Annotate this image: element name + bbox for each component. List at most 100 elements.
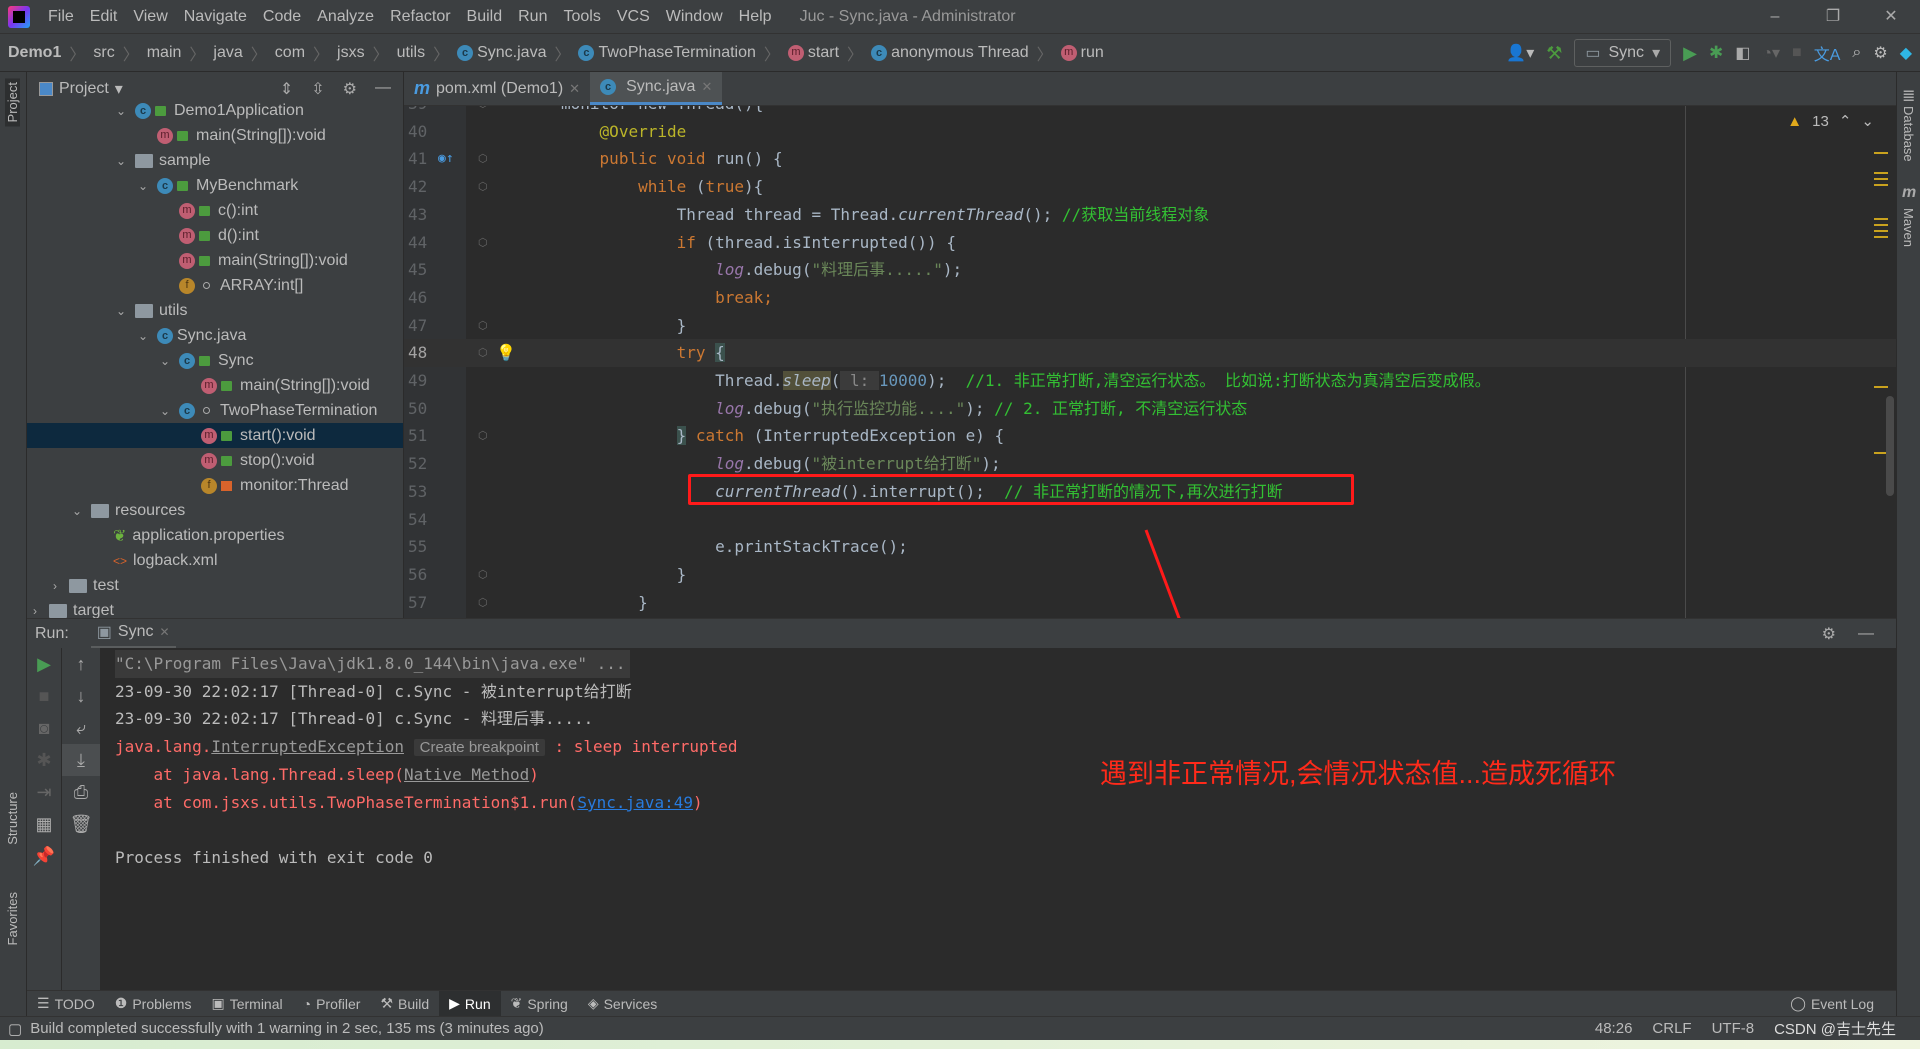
menu-edit[interactable]: Edit <box>82 8 126 26</box>
tree-item[interactable]: f ARRAY:int[] <box>27 273 403 298</box>
stop-icon[interactable]: ■ <box>1792 44 1802 62</box>
tree-item[interactable]: ⌄ c MyBenchmark <box>27 173 403 198</box>
menu-tools[interactable]: Tools <box>555 8 608 26</box>
tree-item[interactable]: m d():int <box>27 223 403 248</box>
menu-analyze[interactable]: Analyze <box>309 8 382 26</box>
minimize-button[interactable]: – <box>1746 0 1804 34</box>
warning-stripe[interactable] <box>1874 218 1888 220</box>
warning-stripe[interactable] <box>1874 172 1888 174</box>
tree-item[interactable]: m main(String[]):void <box>27 123 403 148</box>
structure-tool-tab[interactable]: Structure <box>5 792 20 845</box>
arrow-up-icon[interactable]: ↑ <box>62 648 100 680</box>
profile-icon[interactable]: ◔▾ <box>1762 43 1780 63</box>
menu-code[interactable]: Code <box>255 8 309 26</box>
menu-run[interactable]: Run <box>510 8 555 26</box>
tree-item[interactable]: m start():void <box>27 423 403 448</box>
source-link[interactable]: Sync.java:49 <box>577 793 693 812</box>
close-button[interactable]: ✕ <box>1862 0 1920 34</box>
menu-refactor[interactable]: Refactor <box>382 8 458 26</box>
menu-file[interactable]: File <box>40 8 82 26</box>
rerun-icon[interactable]: ▶ <box>27 648 61 680</box>
line-separator[interactable]: CRLF <box>1652 1020 1691 1037</box>
breadcrumb-item[interactable]: com 〉 <box>267 41 329 65</box>
fold-marker-icon[interactable]: ⬡ <box>478 106 488 118</box>
tool-problems[interactable]: ❶ Problems <box>105 991 202 1017</box>
project-view-select[interactable]: Project <box>59 80 109 98</box>
tree-item[interactable]: f monitor:Thread <box>27 473 403 498</box>
collapse-all-icon[interactable]: ⇳ <box>311 79 324 99</box>
status-message[interactable]: Build completed successfully with 1 warn… <box>30 1020 544 1037</box>
tree-item[interactable]: m c():int <box>27 198 403 223</box>
tree-item[interactable]: m stop():void <box>27 448 403 473</box>
file-encoding[interactable]: UTF-8 <box>1712 1020 1755 1037</box>
fold-marker-icon[interactable]: ⬡ <box>478 173 488 201</box>
print-icon[interactable]: ⎙ <box>62 776 100 808</box>
breadcrumb-item[interactable]: m start 〉 <box>780 41 863 65</box>
override-marker-icon[interactable]: ◉↑ <box>438 145 454 173</box>
close-tab-icon[interactable]: ✕ <box>701 79 712 95</box>
tree-item[interactable]: ⌄ c Sync.java <box>27 323 403 348</box>
trash-icon[interactable]: 🗑 <box>62 808 100 840</box>
breadcrumb-item[interactable]: c anonymous Thread 〉 <box>863 41 1053 65</box>
breadcrumb-item[interactable]: m run <box>1053 41 1104 65</box>
fold-marker-icon[interactable]: ⬡ <box>478 339 488 367</box>
expand-chevron-icon[interactable]: ⌄ <box>135 329 151 343</box>
breadcrumb-item[interactable]: src 〉 <box>85 41 138 65</box>
run-config-select[interactable]: ▭ Sync ▾ <box>1574 39 1672 67</box>
run-tab-sync[interactable]: ▣ Sync ✕ <box>90 619 176 649</box>
restore-button[interactable]: ❐ <box>1804 0 1862 34</box>
fold-marker-icon[interactable]: ⬡ <box>478 561 488 589</box>
event-log-button[interactable]: ◯ Event Log <box>1780 991 1884 1017</box>
hide-panel-icon[interactable]: — <box>1858 625 1874 643</box>
tool-services[interactable]: ◈ Services <box>578 991 667 1017</box>
run-icon[interactable]: ▶ <box>1683 43 1697 64</box>
expand-chevron-icon[interactable]: ⌄ <box>135 179 151 193</box>
breadcrumb-item[interactable]: c TwoPhaseTermination 〉 <box>570 41 780 65</box>
create-breakpoint-tooltip[interactable]: Create breakpoint <box>413 739 545 756</box>
pin-icon[interactable]: 📌 <box>27 840 61 872</box>
breadcrumb-item[interactable]: Demo1 〉 <box>0 41 85 65</box>
close-tab-icon[interactable]: ✕ <box>569 81 580 97</box>
expand-chevron-icon[interactable]: › <box>27 604 43 618</box>
scroll-to-end-icon[interactable]: ⤓ <box>62 744 100 776</box>
fold-marker-icon[interactable]: ⬡ <box>478 589 488 617</box>
breadcrumb-item[interactable]: c Sync.java 〉 <box>449 41 570 65</box>
menu-view[interactable]: View <box>125 8 175 26</box>
gear-icon[interactable]: ⚙ <box>1822 624 1836 644</box>
menu-window[interactable]: Window <box>658 8 731 26</box>
warning-stripe[interactable] <box>1874 152 1888 154</box>
debug-bug-icon[interactable]: ✱ <box>27 744 61 776</box>
menu-help[interactable]: Help <box>731 8 780 26</box>
expand-chevron-icon[interactable]: ⌄ <box>157 354 173 368</box>
translate-icon[interactable]: 文A <box>1814 41 1841 65</box>
tree-item[interactable]: ⌄ resources <box>27 498 403 523</box>
hide-panel-icon[interactable]: — <box>375 79 391 99</box>
tree-item[interactable]: ⌄ utils <box>27 298 403 323</box>
tool-run[interactable]: ▶ Run <box>439 990 501 1017</box>
breadcrumb-item[interactable]: java 〉 <box>205 41 266 65</box>
tool-todo[interactable]: ☰ TODO <box>27 991 105 1017</box>
tree-item[interactable]: ⌄ sample <box>27 148 403 173</box>
editor-scrollbar[interactable] <box>1886 396 1894 496</box>
warning-stripe[interactable] <box>1874 184 1888 186</box>
tree-item[interactable]: ⌄ c TwoPhaseTermination <box>27 398 403 423</box>
tree-item[interactable]: m main(String[]):void <box>27 248 403 273</box>
login-icon[interactable]: ⇥ <box>27 776 61 808</box>
search-icon[interactable]: ⌕ <box>1852 44 1861 62</box>
gear-icon[interactable]: ⚙ <box>1873 43 1887 63</box>
fold-marker-icon[interactable]: ⬡ <box>478 312 488 340</box>
warning-stripe[interactable] <box>1874 230 1888 232</box>
caret-position[interactable]: 48:26 <box>1595 1020 1633 1037</box>
exception-class-link[interactable]: InterruptedException <box>211 737 404 756</box>
expand-chevron-icon[interactable]: ⌄ <box>69 504 85 518</box>
warning-stripe[interactable] <box>1874 178 1888 180</box>
warning-stripe[interactable] <box>1874 236 1888 238</box>
favorites-tool-tab[interactable]: Favorites <box>5 892 20 945</box>
console-output[interactable]: "C:\Program Files\Java\jdk1.8.0_144\bin\… <box>100 648 1896 990</box>
tab-sync.java[interactable]: c Sync.java ✕ <box>590 72 723 105</box>
expand-chevron-icon[interactable]: › <box>47 579 63 593</box>
layout-icon[interactable]: ▦ <box>27 808 61 840</box>
menu-vcs[interactable]: VCS <box>609 8 658 26</box>
close-tab-icon[interactable]: ✕ <box>160 625 170 639</box>
database-tool-tab[interactable]: Database <box>1901 106 1916 162</box>
